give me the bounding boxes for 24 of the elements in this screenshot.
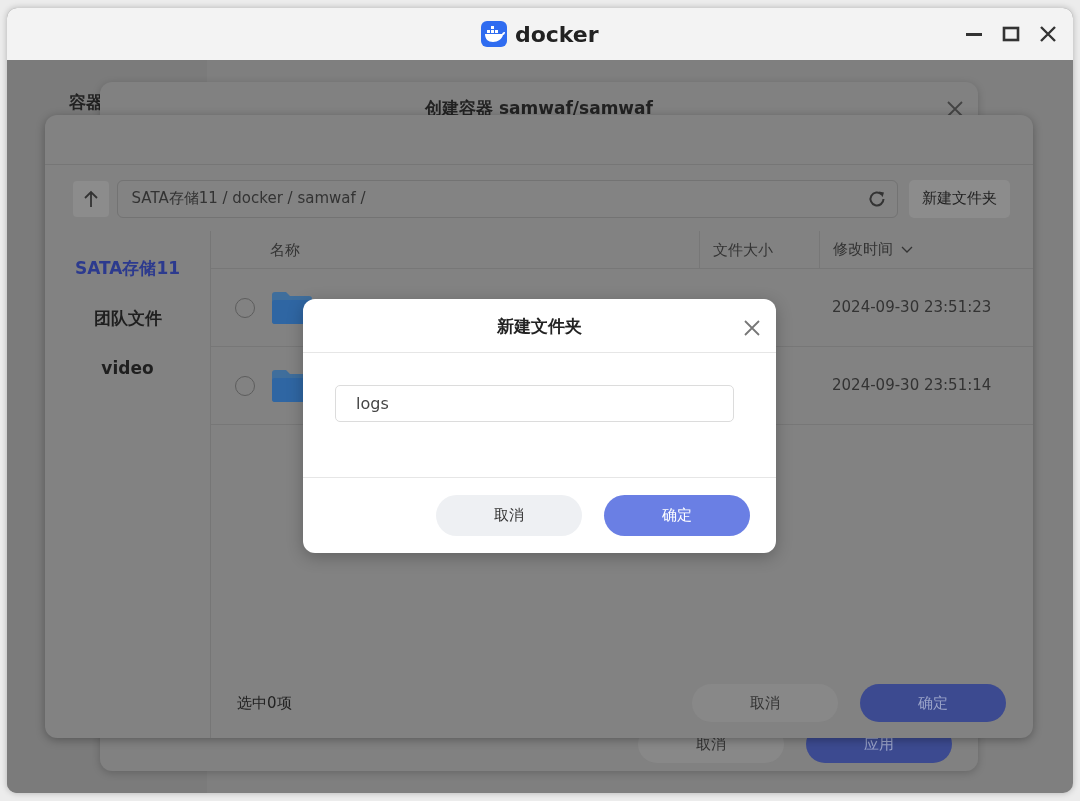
path-text: SATA存储11 / docker / samwaf / bbox=[131, 188, 367, 210]
dialog-title: 新建文件夹 bbox=[497, 315, 582, 338]
up-arrow-icon bbox=[83, 189, 99, 208]
refresh-icon[interactable] bbox=[866, 188, 887, 209]
column-header[interactable]: 修改时间 bbox=[833, 238, 893, 261]
whale-icon bbox=[481, 21, 508, 47]
confirm-button[interactable]: 确定 bbox=[860, 684, 1006, 722]
path-field[interactable]: SATA存储11 / docker / samwaf / bbox=[116, 179, 898, 218]
confirm-button[interactable]: 确定 bbox=[604, 495, 750, 536]
location-item[interactable]: SATA存储11 bbox=[45, 243, 210, 293]
table-cell-text: 2024-09-30 23:51:14 bbox=[832, 375, 993, 397]
table-cell-text: 2024-09-30 23:51:23 bbox=[832, 297, 993, 319]
new-folder-button[interactable]: 新建文件夹 bbox=[909, 179, 1010, 218]
window-title: docker bbox=[514, 20, 599, 49]
selection-count: 选中0项 bbox=[237, 692, 292, 714]
up-button[interactable] bbox=[73, 180, 109, 217]
location-item[interactable]: video bbox=[45, 343, 210, 393]
column-header[interactable]: 名称 bbox=[270, 230, 300, 269]
folder-name-field[interactable]: logs bbox=[335, 385, 734, 422]
column-header[interactable]: 文件大小 bbox=[713, 230, 773, 269]
chevron-down-icon[interactable] bbox=[900, 245, 913, 254]
location-item[interactable]: 团队文件 bbox=[45, 293, 210, 343]
cancel-button[interactable]: 取消 bbox=[691, 684, 838, 722]
cancel-button[interactable]: 取消 bbox=[435, 495, 582, 536]
